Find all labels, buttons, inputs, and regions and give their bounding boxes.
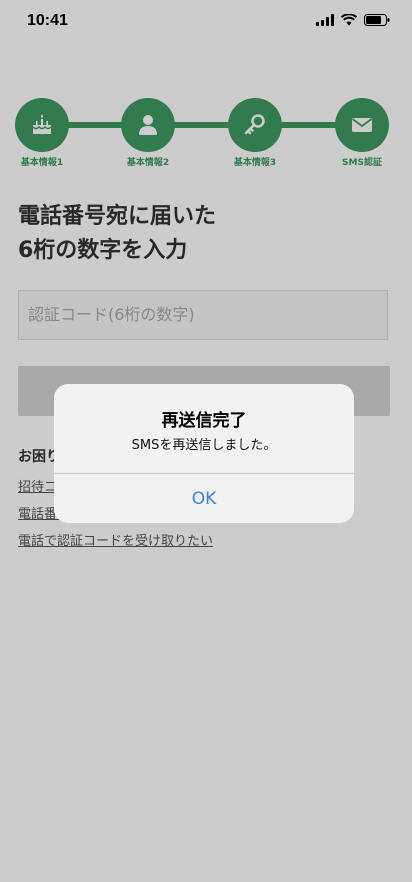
- alert-message: SMSを再送信しました。: [131, 438, 277, 453]
- ok-button[interactable]: OK: [54, 474, 354, 523]
- alert-dialog: 再送信完了 SMSを再送信しました。 OK: [54, 384, 354, 523]
- alert-title: 再送信完了: [161, 411, 247, 431]
